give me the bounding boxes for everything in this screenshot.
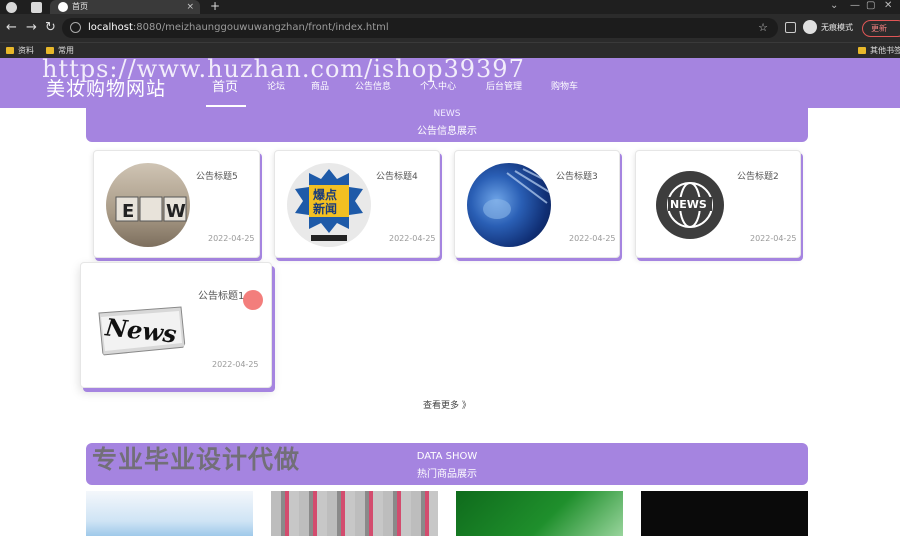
news-title-en: NEWS <box>433 109 461 119</box>
bookmark-folder-other[interactable]: 其他书签 <box>858 45 900 56</box>
tab-search-icon[interactable]: ⌄ <box>830 0 838 11</box>
svg-text:爆点: 爆点 <box>313 187 337 202</box>
tab-list-icon[interactable] <box>31 2 42 13</box>
browser-tab-strip: 首页 × + ⌄ — ▢ ✕ <box>0 0 900 14</box>
news-card-title: 公告标题2 <box>737 172 779 182</box>
news-card-date: 2022-04-25 <box>208 234 255 243</box>
bookmark-folder-changyong[interactable]: 常用 <box>46 45 74 56</box>
news-card-hovered[interactable]: News 公告标题1 2022-04-25 <box>80 262 272 388</box>
tab-title: 首页 <box>72 2 88 11</box>
news-thumbnail-newspaper: News <box>93 277 189 373</box>
news-thumbnail-globe <box>467 163 551 247</box>
news-card-date: 2022-04-25 <box>389 234 436 243</box>
news-card-date: 2022-04-25 <box>750 234 797 243</box>
svg-text:新闻: 新闻 <box>313 201 337 216</box>
news-title-cn: 公告信息展示 <box>417 126 477 137</box>
site-info-icon[interactable] <box>70 22 81 33</box>
goods-thumbnail[interactable] <box>271 491 438 536</box>
ad-overlay-text: 专业毕业设计代做 <box>92 445 301 474</box>
news-section-header: NEWS 公告信息展示 <box>86 108 808 142</box>
newspaper-image: News <box>98 306 186 356</box>
nav-cart[interactable]: 购物车 <box>551 79 578 92</box>
bookmark-star-icon[interactable]: ☆ <box>758 18 768 38</box>
folder-icon <box>46 47 54 54</box>
news-card[interactable]: 公告标题3 2022-04-25 <box>454 150 620 258</box>
close-window-icon[interactable]: ✕ <box>884 0 892 11</box>
incognito-label: 无痕模式 <box>821 23 853 32</box>
letter-blocks-image: E W <box>115 196 187 222</box>
svg-text:E: E <box>122 201 134 222</box>
breaking-news-image: 爆点 新闻 <box>295 169 363 241</box>
address-bar[interactable]: localhost:8080/meizhaunggouwuwangzhan/fr… <box>62 18 778 38</box>
bookmarks-bar: 资料 常用 其他书签 <box>0 42 900 58</box>
news-card[interactable]: NEWS 公告标题2 2022-04-25 <box>635 150 801 258</box>
bookmark-folder-ziliao[interactable]: 资料 <box>6 45 34 56</box>
globe-image <box>483 168 551 219</box>
page-viewport: 美妆购物网站 首页 论坛 商品 公告信息 个人中心 后台管理 购物车 NEWS … <box>0 58 900 536</box>
goods-thumbnail[interactable] <box>641 491 808 536</box>
news-card-title: 公告标题1 <box>198 291 245 302</box>
tab-favicon-icon <box>58 2 68 12</box>
news-card[interactable]: 爆点 新闻 公告标题4 2022-04-25 <box>274 150 440 258</box>
folder-icon <box>6 47 14 54</box>
news-thumbnail-breaking: 爆点 新闻 <box>287 163 371 247</box>
maximize-icon[interactable]: ▢ <box>866 0 875 11</box>
reload-icon[interactable]: ↻ <box>45 20 56 35</box>
news-card[interactable]: E W 公告标题5 2022-04-25 <box>93 150 260 258</box>
url-path: :8080/meizhaunggouwuwangzhan/front/index… <box>132 22 389 33</box>
news-thumbnail-ew: E W <box>106 163 190 247</box>
news-card-title: 公告标题3 <box>556 172 598 182</box>
svg-text:W: W <box>166 201 186 222</box>
watermark-text: https://www.huzhan.com/ishop39397 <box>42 58 525 83</box>
browser-tab-home[interactable]: 首页 × <box>50 0 200 14</box>
mouse-cursor-highlight <box>243 290 263 310</box>
tab-close-icon[interactable]: × <box>186 0 194 14</box>
url-host: localhost <box>88 22 133 33</box>
folder-icon <box>858 47 866 54</box>
incognito-icon[interactable] <box>803 20 817 34</box>
minimize-icon[interactable]: — <box>850 0 860 11</box>
news-card-date: 2022-04-25 <box>212 360 259 369</box>
news-card-title: 公告标题4 <box>376 172 418 182</box>
back-icon[interactable]: ← <box>6 20 17 35</box>
goods-thumbnail[interactable] <box>86 491 253 536</box>
browser-menu-icon[interactable] <box>6 2 17 13</box>
nav-active-indicator <box>206 105 246 107</box>
goods-thumbnail[interactable] <box>456 491 623 536</box>
browser-toolbar: ← → ↻ localhost:8080/meizhaunggouwuwangz… <box>0 14 900 42</box>
new-tab-icon[interactable]: + <box>210 0 220 13</box>
forward-icon[interactable]: → <box>26 20 37 35</box>
globe-news-icon: NEWS <box>656 171 724 239</box>
svg-text:NEWS: NEWS <box>670 198 707 211</box>
view-more-link[interactable]: 查看更多 》 <box>423 398 471 411</box>
news-card-date: 2022-04-25 <box>569 234 616 243</box>
news-thumbnail-globe-news: NEWS <box>648 163 732 247</box>
side-panel-icon[interactable] <box>785 22 796 33</box>
news-card-title: 公告标题5 <box>196 172 238 182</box>
update-button[interactable]: 更新 <box>862 20 900 37</box>
